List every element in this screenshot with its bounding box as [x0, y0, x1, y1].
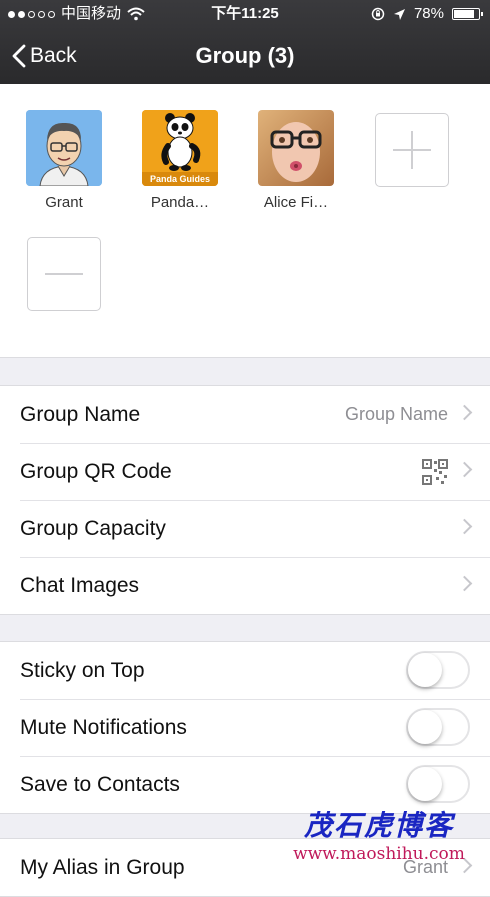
row-label: Group Capacity [20, 517, 166, 540]
row-label: Mute Notifications [20, 716, 187, 739]
row-label: Group QR Code [20, 460, 172, 483]
sticky-on-top-row: Sticky on Top [0, 642, 490, 699]
chevron-right-icon [456, 404, 473, 421]
woman-photo-avatar [258, 110, 334, 186]
panda-guides-logo-text: Panda Guides [149, 174, 211, 184]
member-name: Alice Fi… [263, 194, 329, 211]
watermark-url: www.maoshihu.com [293, 844, 465, 864]
add-member-button[interactable] [375, 113, 449, 187]
battery-icon [452, 8, 483, 20]
group-info-section: Group Name Group Name Group QR Code Grou… [0, 385, 490, 615]
qr-code-icon [422, 459, 448, 485]
navigation-bar: Back Group (3) [0, 28, 490, 84]
avatar [258, 110, 334, 186]
chevron-right-icon [456, 575, 473, 592]
remove-member-button[interactable] [27, 237, 101, 311]
top-bar: 中国移动 下午11:25 78% Back Group (3) [0, 0, 490, 84]
chat-images-row[interactable]: Chat Images [0, 557, 490, 614]
row-label: Sticky on Top [20, 659, 145, 682]
mute-notifications-row: Mute Notifications [0, 699, 490, 756]
cartoon-man-avatar [26, 110, 102, 186]
row-label: Group Name [20, 403, 141, 426]
save-to-contacts-row: Save to Contacts [0, 756, 490, 813]
avatar: Panda Guides [142, 110, 218, 186]
row-label: Save to Contacts [20, 773, 180, 796]
save-to-contacts-toggle[interactable] [406, 765, 470, 803]
group-qr-code-row[interactable]: Group QR Code [0, 443, 490, 500]
group-members-panel: Grant Panda Guides Panda… Alice Fi… [0, 84, 490, 358]
status-right: 78% [371, 0, 483, 28]
member-panda[interactable]: Panda Guides Panda… [130, 110, 230, 211]
group-name-row[interactable]: Group Name Group Name [0, 386, 490, 443]
avatar [26, 110, 102, 186]
orientation-lock-icon [371, 7, 385, 21]
page-title: Group (3) [195, 43, 295, 68]
watermark-title: 茂石虎博客 [303, 809, 454, 842]
location-arrow-icon [393, 8, 405, 20]
watermark: 茂石虎博客 www.maoshihu.com [274, 809, 484, 871]
row-label: Chat Images [20, 574, 140, 597]
member-name: Panda… [150, 194, 210, 211]
chevron-right-icon [456, 461, 473, 478]
member-alice[interactable]: Alice Fi… [246, 110, 346, 211]
mute-notifications-toggle[interactable] [406, 708, 470, 746]
status-bar: 中国移动 下午11:25 78% [0, 0, 490, 28]
member-grant[interactable]: Grant [14, 110, 114, 211]
group-capacity-row[interactable]: Group Capacity [0, 500, 490, 557]
group-name-value: Group Name [344, 404, 448, 424]
sticky-on-top-toggle[interactable] [406, 651, 470, 689]
chevron-right-icon [456, 518, 473, 535]
member-name: Grant [45, 194, 83, 211]
row-label: My Alias in Group [20, 856, 185, 879]
chat-settings-section: Sticky on Top Mute Notifications Save to… [0, 641, 490, 814]
battery-percent: 78% [413, 5, 444, 22]
